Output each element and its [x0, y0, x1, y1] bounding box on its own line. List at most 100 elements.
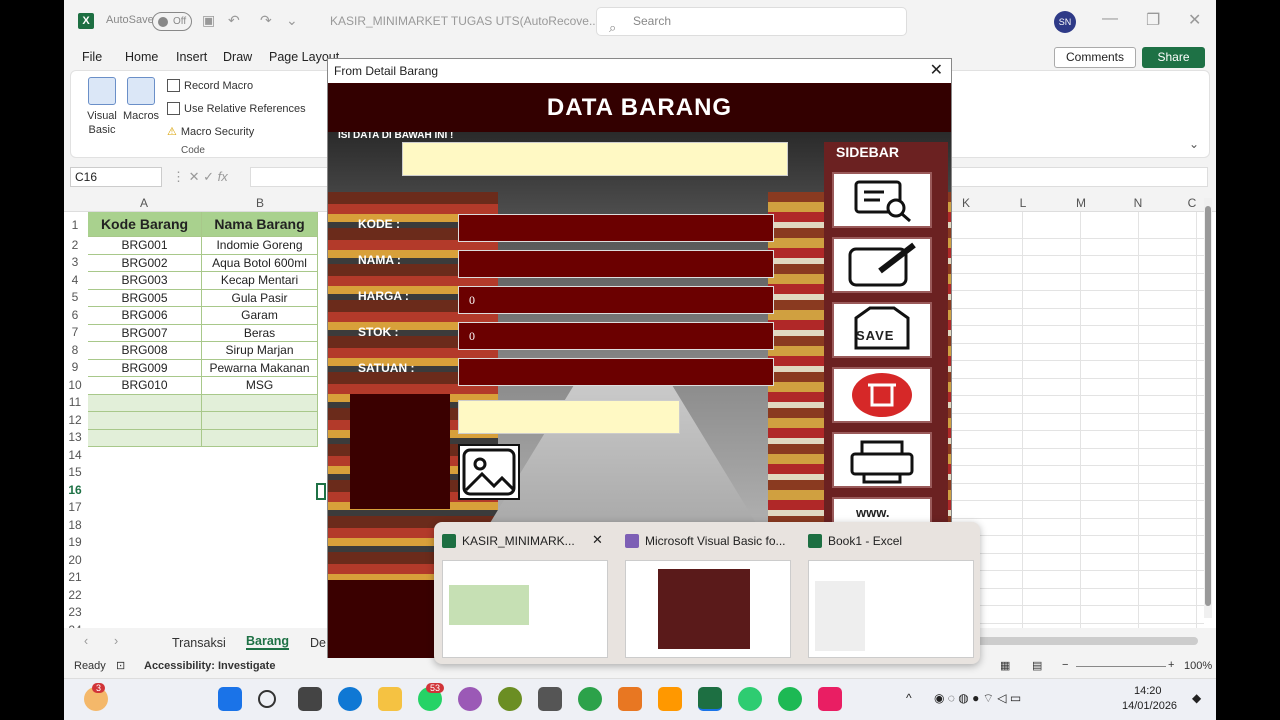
header-cell[interactable]: Kode Barang: [88, 212, 202, 237]
row-header[interactable]: 15: [64, 465, 86, 479]
table-cell[interactable]: [202, 412, 318, 430]
row-header[interactable]: 20: [64, 553, 86, 567]
tray-icons[interactable]: ◉ ◌ ◍ ● ⌔ ◁ ▭: [934, 691, 1021, 706]
table-cell[interactable]: BRG007: [88, 324, 202, 342]
preview-vba[interactable]: Microsoft Visual Basic fo...: [617, 522, 797, 662]
image-path-textbox[interactable]: [458, 400, 680, 434]
row-header[interactable]: 9: [64, 360, 86, 374]
excel-taskbar-icon[interactable]: [698, 687, 722, 711]
header-cell[interactable]: Nama Barang: [202, 212, 318, 237]
preview-book1[interactable]: Book1 - Excel: [800, 522, 980, 662]
table-cell[interactable]: BRG005: [88, 289, 202, 307]
row-header[interactable]: 4: [64, 273, 86, 287]
visual-basic-button[interactable]: Visual Basic: [85, 77, 119, 137]
prev-sheet-icon[interactable]: ‹: [84, 634, 88, 648]
row-header[interactable]: 2: [64, 238, 86, 252]
spotify-icon[interactable]: [778, 687, 802, 711]
preview-close-icon[interactable]: ✕: [592, 532, 603, 548]
kode-field[interactable]: [458, 214, 774, 242]
task-view-icon[interactable]: [298, 687, 322, 711]
preview-excel-kasir[interactable]: KASIR_MINIMARK... ✕: [434, 522, 614, 662]
avatar[interactable]: SN: [1054, 11, 1076, 33]
row-header[interactable]: 1: [64, 218, 86, 232]
edit-button[interactable]: [832, 237, 932, 293]
table-cell[interactable]: BRG008: [88, 342, 202, 360]
relative-references-button[interactable]: Use Relative References: [167, 102, 306, 115]
row-header[interactable]: 16: [64, 483, 86, 497]
fx-icon[interactable]: fx: [218, 169, 228, 184]
row-header[interactable]: 3: [64, 255, 86, 269]
table-cell[interactable]: BRG003: [88, 272, 202, 290]
satuan-field[interactable]: [458, 358, 774, 386]
app-q-icon[interactable]: [578, 687, 602, 711]
image-upload-icon[interactable]: [458, 444, 520, 500]
table-cell[interactable]: BRG006: [88, 307, 202, 325]
table-cell[interactable]: BRG010: [88, 377, 202, 395]
table-cell[interactable]: Aqua Botol 600ml: [202, 254, 318, 272]
zoom-level[interactable]: 100%: [1184, 660, 1212, 672]
row-header[interactable]: 12: [64, 413, 86, 427]
autosave-toggle[interactable]: Off: [152, 12, 192, 31]
menu-home[interactable]: Home: [125, 50, 158, 64]
nama-field[interactable]: [458, 250, 774, 278]
vertical-scrollbar[interactable]: [1204, 198, 1212, 618]
macros-button[interactable]: Macros: [123, 77, 159, 123]
table-cell[interactable]: [88, 412, 202, 430]
start-icon[interactable]: [218, 687, 242, 711]
search-data-button[interactable]: [832, 172, 932, 228]
page-layout-icon[interactable]: ▤: [1032, 659, 1042, 672]
menu-insert[interactable]: Insert: [176, 50, 207, 64]
table-cell[interactable]: Sirup Marjan: [202, 342, 318, 360]
table-cell[interactable]: [88, 429, 202, 447]
row-header[interactable]: 13: [64, 430, 86, 444]
column-header-m[interactable]: M: [1052, 194, 1110, 212]
minimize-icon[interactable]: —: [1102, 10, 1118, 28]
tab-barang[interactable]: Barang: [246, 634, 290, 650]
row-header[interactable]: 17: [64, 500, 86, 514]
search-textbox[interactable]: [402, 142, 788, 176]
row-header[interactable]: 22: [64, 588, 86, 602]
customize-icon[interactable]: ⌄: [286, 12, 298, 29]
xampp-icon[interactable]: [618, 687, 642, 711]
comments-button[interactable]: Comments: [1054, 47, 1136, 68]
row-header[interactable]: 14: [64, 448, 86, 462]
table-cell[interactable]: BRG009: [88, 359, 202, 377]
edge-icon[interactable]: [338, 687, 362, 711]
minus-icon[interactable]: −: [1062, 659, 1068, 671]
tab-transaksi[interactable]: Transaksi: [172, 636, 226, 650]
next-sheet-icon[interactable]: ›: [114, 634, 118, 648]
active-cell[interactable]: [316, 482, 326, 500]
table-cell[interactable]: Indomie Goreng: [202, 237, 318, 255]
plus-icon[interactable]: +: [1168, 659, 1174, 671]
row-header[interactable]: 7: [64, 325, 86, 339]
table-cell[interactable]: [202, 394, 318, 412]
column-header-k[interactable]: K: [952, 194, 980, 212]
table-cell[interactable]: Pewarna Makanan: [202, 359, 318, 377]
table-cell[interactable]: Garam: [202, 307, 318, 325]
table-cell[interactable]: [202, 429, 318, 447]
app-icon[interactable]: [498, 687, 522, 711]
table-cell[interactable]: Beras: [202, 324, 318, 342]
column-header-a[interactable]: A: [86, 194, 202, 212]
copilot-icon[interactable]: [458, 687, 482, 711]
stok-field[interactable]: 0: [458, 322, 774, 350]
horizontal-scrollbar[interactable]: [976, 637, 1198, 645]
row-header[interactable]: 18: [64, 518, 86, 532]
snipping-icon[interactable]: [818, 687, 842, 711]
undo-icon[interactable]: ↶: [228, 12, 240, 29]
notification-bell-icon[interactable]: ◆: [1192, 691, 1201, 705]
clock-date[interactable]: 14/01/2026: [1122, 700, 1177, 712]
tab-de[interactable]: De: [310, 636, 326, 650]
accessibility-status[interactable]: Accessibility: Investigate: [144, 660, 275, 672]
row-header[interactable]: 10: [64, 378, 86, 392]
name-box[interactable]: C16: [70, 167, 162, 187]
row-header[interactable]: 23: [64, 605, 86, 619]
save-button[interactable]: SAVE: [832, 302, 932, 358]
file-name[interactable]: KASIR_MINIMARKET TUGAS UTS(AutoRecove...…: [330, 14, 612, 28]
ribbon-collapse-icon[interactable]: ⌄: [1189, 137, 1199, 151]
table-cell[interactable]: BRG002: [88, 254, 202, 272]
save-icon[interactable]: ▣: [202, 12, 215, 29]
column-header-l[interactable]: L: [994, 194, 1052, 212]
column-header-b[interactable]: B: [202, 194, 318, 212]
table-cell[interactable]: Kecap Mentari: [202, 272, 318, 290]
